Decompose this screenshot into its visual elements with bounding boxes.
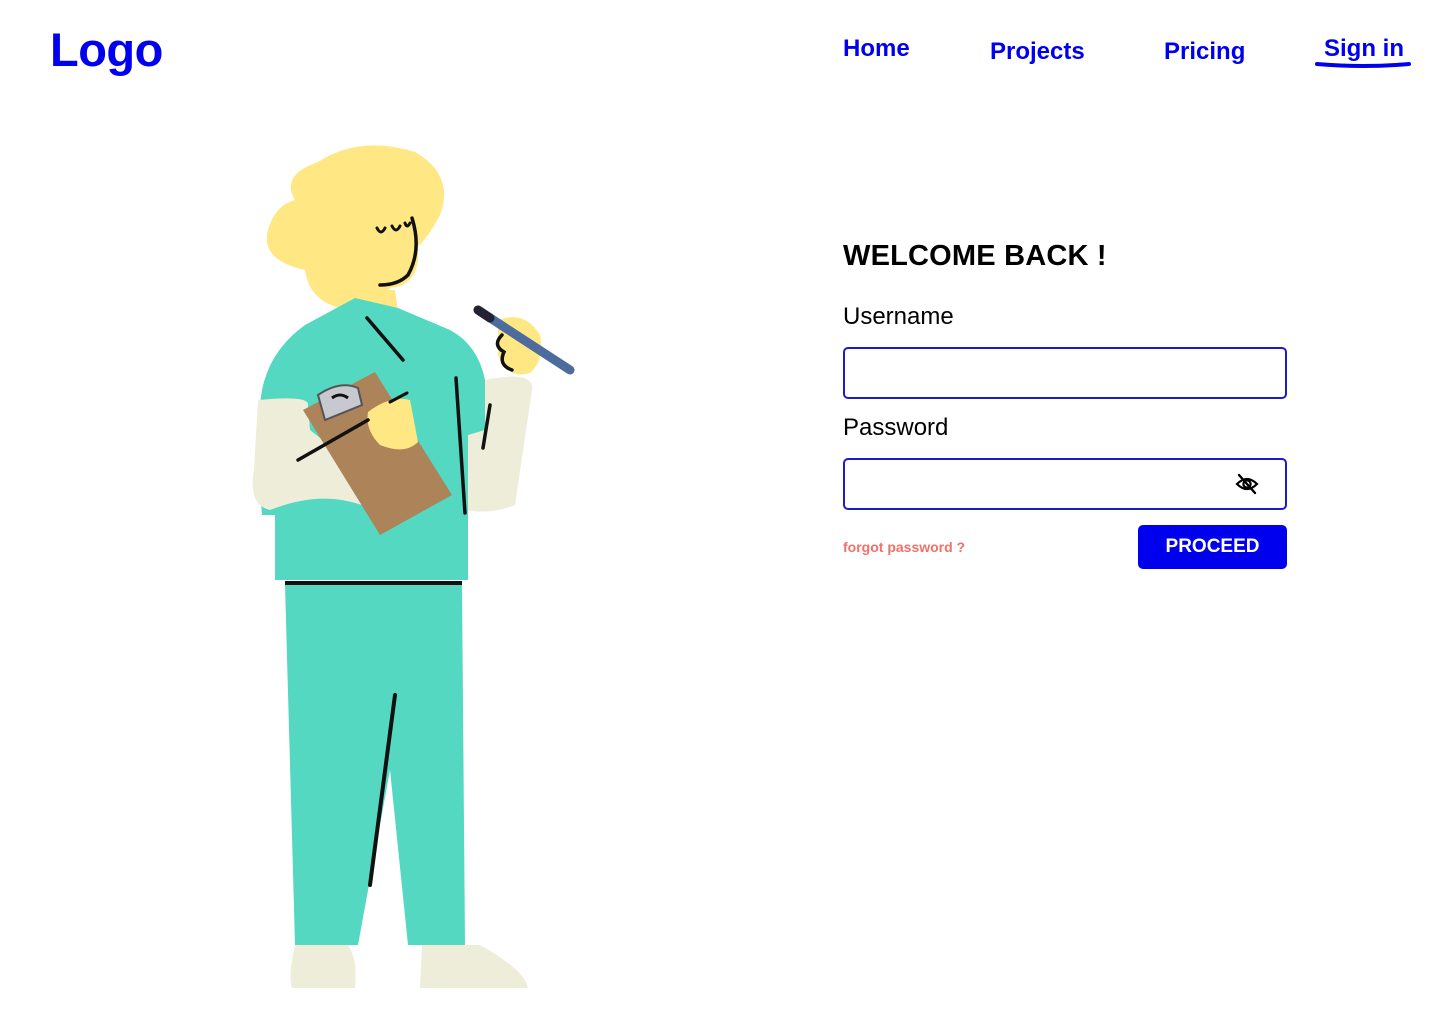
nav-link-pricing[interactable]: Pricing	[1164, 38, 1245, 66]
forgot-password-link[interactable]: forgot password ?	[843, 539, 965, 555]
eye-off-icon[interactable]	[1235, 473, 1259, 495]
nurse-illustration	[252, 145, 575, 988]
nav-link-projects[interactable]: Projects	[990, 38, 1085, 66]
username-label: Username	[843, 303, 954, 330]
username-field-container	[843, 347, 1287, 399]
logo[interactable]: Logo	[50, 22, 163, 77]
signin-active-underline	[1315, 62, 1411, 68]
nav-link-home[interactable]: Home	[843, 35, 910, 63]
username-input[interactable]	[845, 349, 1253, 397]
password-input[interactable]	[845, 460, 1253, 508]
password-field-container	[843, 458, 1287, 510]
proceed-button[interactable]: PROCEED	[1138, 525, 1287, 569]
welcome-heading: WELCOME BACK !	[843, 240, 1107, 272]
password-label: Password	[843, 414, 949, 441]
